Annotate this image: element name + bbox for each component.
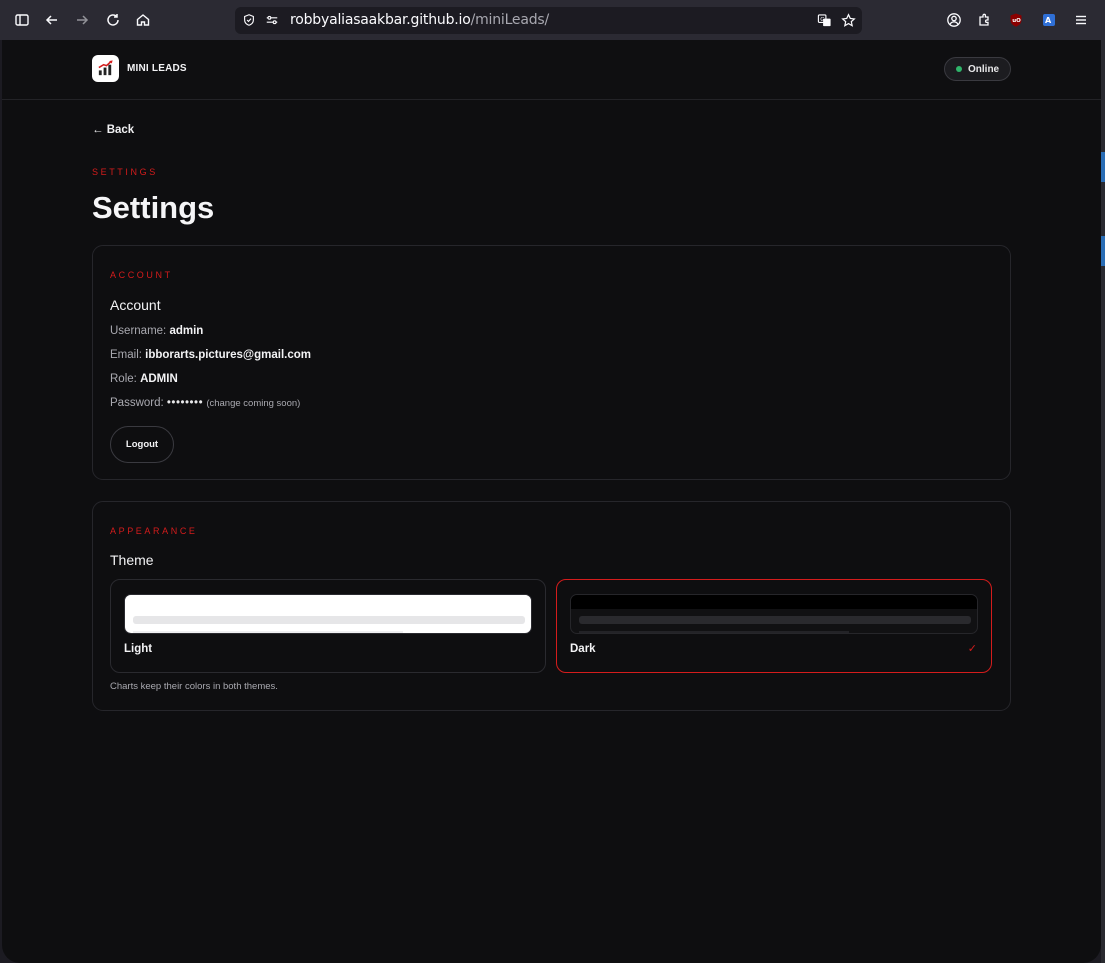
account-title: Account — [110, 297, 161, 313]
url-path: /miniLeads/ — [470, 12, 550, 28]
svg-text:uO: uO — [1012, 18, 1021, 24]
menu-icon[interactable] — [1067, 6, 1095, 34]
status-text: Online — [968, 63, 1000, 75]
light-theme-preview — [124, 594, 532, 634]
address-bar[interactable]: robbyaliasaakbar.github.io/miniLeads/ G — [235, 7, 862, 34]
password-label: Password: — [110, 397, 164, 409]
appearance-eyebrow: APPEARANCE — [110, 526, 198, 536]
sidebar-icon[interactable] — [8, 6, 36, 34]
url-text: robbyaliasaakbar.github.io/miniLeads/ — [290, 12, 549, 28]
preview-bar — [133, 616, 525, 624]
browser-toolbar: robbyaliasaakbar.github.io/miniLeads/ G … — [0, 0, 1105, 40]
forward-arrow-icon[interactable] — [68, 6, 96, 34]
page-title: Settings — [92, 190, 215, 225]
shield-icon[interactable] — [241, 12, 257, 28]
password-value: •••••••• — [166, 397, 204, 409]
preview-bar — [579, 631, 849, 633]
home-icon[interactable] — [129, 6, 157, 34]
account-icon[interactable] — [940, 6, 968, 34]
svg-text:G: G — [820, 16, 824, 22]
strip-accent — [1101, 236, 1105, 266]
role-label: Role: — [110, 373, 137, 385]
brand-name[interactable]: MINI LEADS — [127, 63, 187, 74]
background-window-strip — [1101, 40, 1105, 963]
reload-icon[interactable] — [99, 6, 127, 34]
extensions-icon[interactable] — [970, 6, 998, 34]
translator-extension-icon[interactable]: A — [1035, 6, 1063, 34]
theme-option-dark[interactable]: Dark ✓ — [556, 579, 992, 673]
account-card: ACCOUNT Account Username: admin Email: i… — [92, 245, 1011, 480]
page-eyebrow: SETTINGS — [92, 167, 158, 177]
permissions-icon[interactable] — [264, 12, 280, 28]
back-arrow-icon[interactable] — [38, 6, 66, 34]
logout-button[interactable]: Logout — [110, 426, 174, 463]
password-hint: (change coming soon) — [206, 398, 301, 409]
dark-theme-preview — [570, 594, 978, 634]
preview-bar — [125, 595, 531, 609]
role-row: Role: ADMIN — [110, 373, 178, 385]
check-icon: ✓ — [967, 643, 977, 655]
username-value: admin — [169, 325, 204, 337]
account-eyebrow: ACCOUNT — [110, 270, 173, 280]
username-label: Username: — [110, 325, 167, 337]
strip-accent — [1101, 152, 1105, 182]
email-row: Email: ibborarts.pictures@gmail.com — [110, 349, 311, 361]
theme-option-light[interactable]: Light — [110, 579, 546, 673]
back-link[interactable]: ← Back — [92, 124, 134, 136]
status-badge: Online — [944, 57, 1011, 81]
theme-title: Theme — [110, 552, 154, 568]
role-value: ADMIN — [140, 373, 178, 385]
password-row: Password: •••••••• (change coming soon) — [110, 397, 300, 409]
theme-label-dark: Dark — [570, 643, 596, 655]
preview-bar — [133, 631, 403, 633]
app-logo-icon[interactable] — [92, 55, 119, 82]
bookmark-star-icon[interactable] — [840, 12, 856, 28]
page-viewport: MINI LEADS Online ← Back SETTINGS Settin… — [2, 40, 1101, 963]
username-row: Username: admin — [110, 325, 203, 337]
status-dot-icon — [956, 66, 962, 72]
url-host: robbyaliasaakbar.github.io — [290, 12, 471, 28]
email-label: Email: — [110, 349, 142, 361]
ublock-icon[interactable]: uO — [1002, 6, 1030, 34]
appearance-card: APPEARANCE Theme Light Dark ✓ Charts kee… — [92, 501, 1011, 711]
preview-bar — [579, 616, 971, 624]
email-value: ibborarts.pictures@gmail.com — [145, 349, 312, 361]
translate-icon[interactable]: G — [816, 12, 832, 28]
app-header: MINI LEADS Online — [2, 40, 1101, 100]
theme-label-light: Light — [124, 643, 153, 655]
svg-text:A: A — [1045, 16, 1052, 25]
preview-bar — [571, 595, 977, 609]
theme-footnote: Charts keep their colors in both themes. — [110, 681, 278, 692]
